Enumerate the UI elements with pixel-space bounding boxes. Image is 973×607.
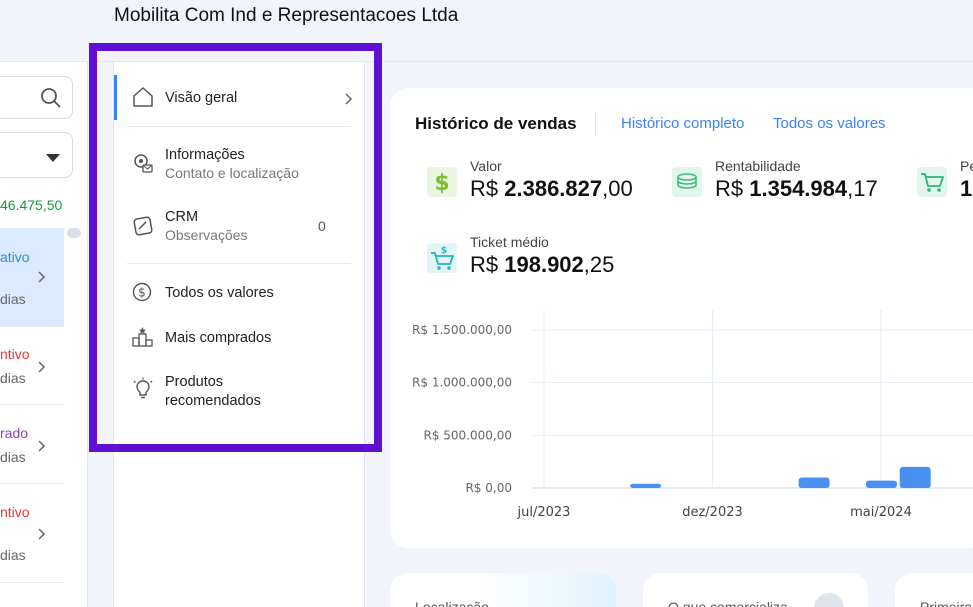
- client-menu: Visão geral Informações Contato e locali…: [113, 62, 365, 607]
- client-list: 46.475,50 ativo dias ntivo dias rado dia…: [0, 62, 88, 607]
- menu-item-label: CRM: [165, 209, 199, 225]
- menu-item-label: Informações: [165, 147, 245, 163]
- card-label: Localização: [415, 599, 489, 607]
- scrollbar-thumb[interactable]: [67, 228, 81, 238]
- location-card[interactable]: Localização: [390, 573, 616, 607]
- chevron-right-icon: [345, 92, 353, 110]
- client-status: ntivo: [0, 504, 30, 520]
- client-days: dias: [0, 547, 26, 563]
- client-item[interactable]: ntivo dias: [0, 327, 64, 405]
- chevron-right-icon: [38, 270, 46, 288]
- search-input[interactable]: [0, 76, 73, 119]
- crm-count: 0: [318, 218, 326, 234]
- menu-item-all-values[interactable]: $ Todos os valores: [114, 278, 364, 308]
- chart-bar: [630, 483, 662, 488]
- y-tick-label: R$ 1.500.000,00: [412, 323, 512, 337]
- total-value: 46.475,50: [0, 197, 63, 213]
- menu-item-label: Visão geral: [165, 90, 238, 106]
- search-icon[interactable]: [40, 87, 62, 114]
- client-item[interactable]: ntivo dias: [0, 484, 64, 583]
- y-tick-label: R$ 0,00: [465, 481, 512, 495]
- menu-item-sublabel: Observações: [165, 227, 248, 243]
- first-purchase-card[interactable]: Primeira: [895, 573, 973, 607]
- location-pin-icon: [132, 153, 154, 180]
- y-tick-label: R$ 1.000.000,00: [412, 376, 512, 390]
- chevron-right-icon: [38, 527, 46, 545]
- home-icon: [132, 86, 154, 113]
- menu-item-crm[interactable]: CRM Observações 0: [114, 202, 364, 252]
- menu-item-label: Todos os valores: [165, 285, 274, 301]
- chevron-right-icon: [38, 360, 46, 378]
- menu-item-top-bought[interactable]: Mais comprados: [114, 324, 364, 354]
- filter-select[interactable]: [0, 132, 73, 178]
- commerce-card[interactable]: O que comercializa: [643, 573, 868, 607]
- client-days: dias: [0, 370, 26, 386]
- lightbulb-icon: [132, 377, 154, 404]
- company-name: Mobilita Com Ind e Representacoes Ltda: [114, 5, 459, 26]
- client-status: ntivo: [0, 346, 30, 362]
- menu-item-label: recomendados: [165, 393, 261, 409]
- divider: [127, 263, 351, 264]
- sales-history-card: Histórico de vendas Histórico completo T…: [390, 88, 973, 548]
- menu-item-sublabel: Contato e localização: [165, 165, 299, 181]
- menu-item-label: Produtos: [165, 374, 224, 390]
- caret-down-icon: [46, 150, 60, 168]
- x-tick-label: jul/2023: [517, 505, 571, 520]
- client-days: dias: [0, 291, 26, 307]
- menu-item-overview[interactable]: Visão geral: [114, 75, 364, 120]
- chart-bar: [866, 480, 897, 488]
- client-item[interactable]: ativo dias: [0, 228, 64, 327]
- top-bar: Mobilita Com Ind e Representacoes Ltda: [0, 0, 973, 62]
- client-status: rado: [0, 425, 29, 441]
- chart-bar: [798, 477, 830, 488]
- client-days: dias: [0, 449, 26, 465]
- x-tick-label: dez/2023: [682, 505, 743, 520]
- chart-bar: [899, 466, 931, 488]
- svg-text:$: $: [138, 286, 146, 300]
- x-tick-label: mai/2024: [850, 505, 912, 520]
- chevron-right-icon: [38, 439, 46, 457]
- client-status: ativo: [0, 249, 30, 265]
- client-item[interactable]: rado dias: [0, 405, 64, 484]
- dollar-circle-icon: $: [132, 282, 152, 307]
- y-tick-label: R$ 500.000,00: [424, 428, 513, 442]
- divider: [127, 126, 351, 127]
- menu-item-label: Mais comprados: [165, 330, 272, 346]
- notes-icon: [132, 215, 154, 242]
- card-label: Primeira: [920, 599, 973, 607]
- podium-icon: [132, 326, 154, 353]
- sales-chart: R$ 1.500.000,00 R$ 1.000.000,00 R$ 500.000…: [412, 310, 973, 520]
- card-label: O que comercializa: [668, 599, 788, 607]
- menu-item-info[interactable]: Informações Contato e localização: [114, 140, 364, 190]
- menu-item-recommended[interactable]: Produtos recomendados: [114, 367, 364, 417]
- info-icon[interactable]: [814, 593, 844, 607]
